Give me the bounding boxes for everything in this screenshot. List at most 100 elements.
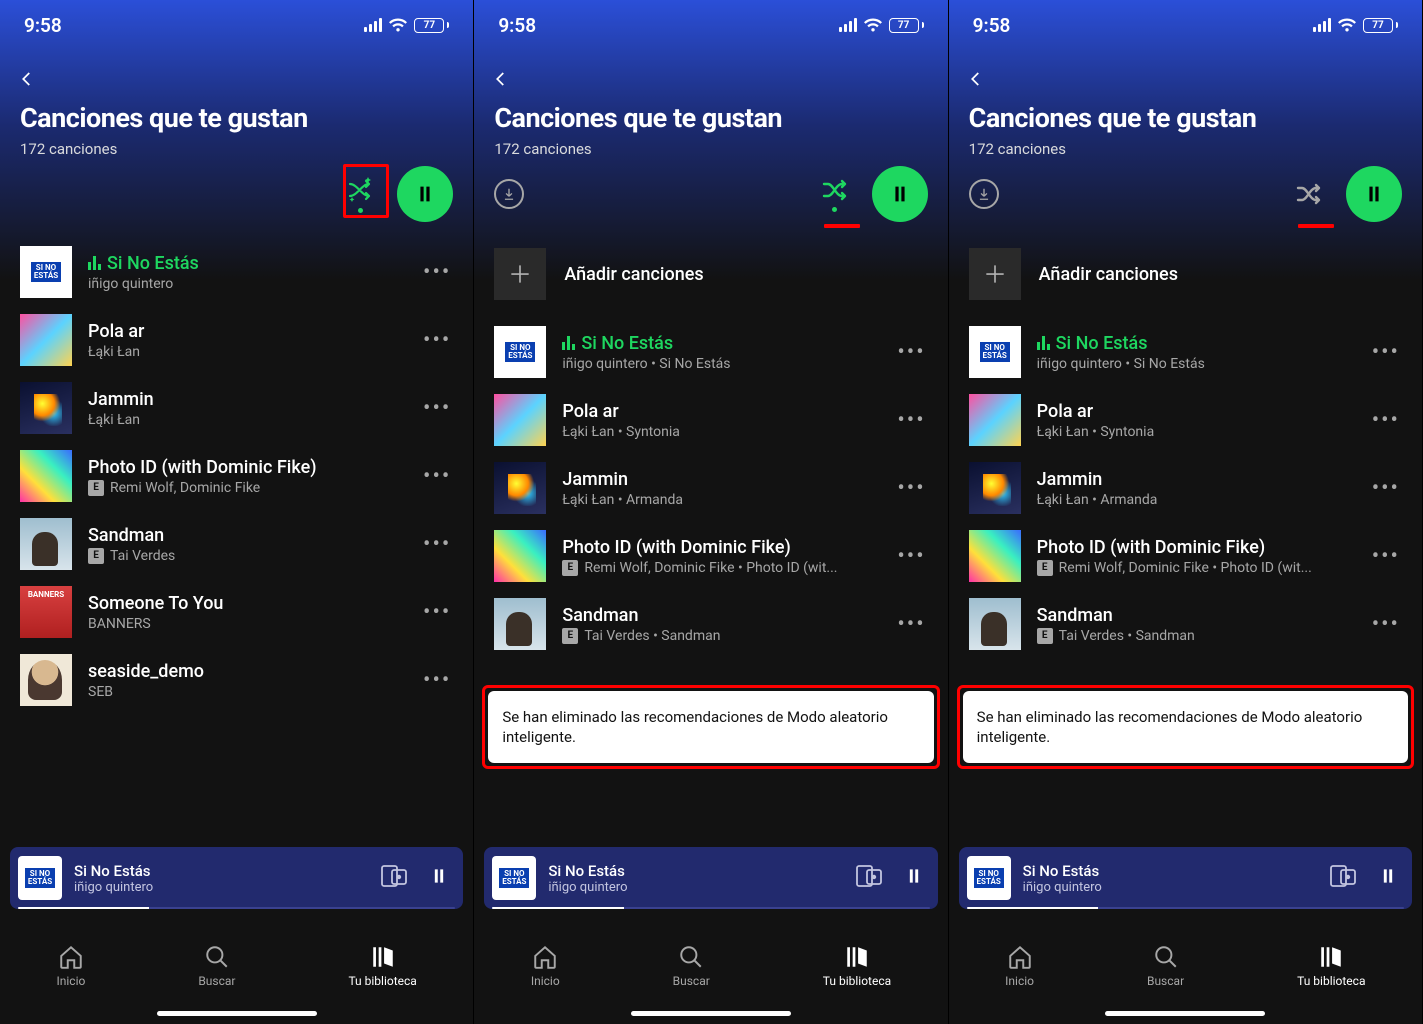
download-button[interactable] — [494, 179, 524, 209]
download-button[interactable] — [969, 179, 999, 209]
now-playing-bar[interactable]: SI NOESTÁS Si No Estás iñigo quintero — [484, 847, 937, 909]
track-subtitle: ETai Verdes • Sandman — [562, 628, 879, 644]
now-playing-bar[interactable]: SI NOESTÁS Si No Estás iñigo quintero — [959, 847, 1412, 909]
underline-annotation — [1298, 224, 1334, 228]
cast-icon[interactable] — [381, 865, 407, 891]
track-title: Photo ID (with Dominic Fike) — [562, 537, 879, 558]
track-row[interactable]: seaside_demo SEB ••• — [20, 646, 453, 714]
mini-pause-button[interactable] — [904, 866, 924, 890]
nav-home[interactable]: Inicio — [56, 944, 85, 988]
more-icon[interactable]: ••• — [1370, 340, 1402, 365]
track-title: Pola ar — [562, 401, 879, 422]
status-bar: 9:58 77 — [949, 0, 1422, 50]
now-playing-title: Si No Estás — [548, 862, 843, 880]
more-icon[interactable]: ••• — [895, 340, 927, 365]
track-title: Photo ID (with Dominic Fike) — [1037, 537, 1354, 558]
cell-signal-icon — [364, 18, 382, 32]
album-art — [494, 598, 546, 650]
more-icon[interactable]: ••• — [1370, 408, 1402, 433]
track-row[interactable]: SI NOESTÁS Si No Estás iñigo quintero ••… — [20, 238, 453, 306]
track-row[interactable]: SI NOESTÁS Si No Estás iñigo quintero • … — [969, 318, 1402, 386]
track-row[interactable]: BANNERS Someone To You BANNERS ••• — [20, 578, 453, 646]
more-icon[interactable]: ••• — [421, 328, 453, 353]
track-row[interactable]: Sandman ETai Verdes • Sandman ••• — [494, 590, 927, 658]
track-row[interactable]: Sandman ETai Verdes • Sandman ••• — [969, 590, 1402, 658]
nav-search[interactable]: Buscar — [673, 944, 710, 988]
nav-home[interactable]: Inicio — [531, 944, 560, 988]
more-icon[interactable]: ••• — [895, 544, 927, 569]
back-button[interactable] — [0, 50, 473, 88]
album-art — [20, 654, 72, 706]
mini-pause-button[interactable] — [1378, 866, 1398, 890]
track-row[interactable]: Pola ar Łąki Łan • Syntonia ••• — [494, 386, 927, 454]
track-row[interactable]: Photo ID (with Dominic Fike) ERemi Wolf,… — [969, 522, 1402, 590]
highlight-annotation — [343, 164, 389, 218]
track-row[interactable]: SI NOESTÁS Si No Estás iñigo quintero • … — [494, 318, 927, 386]
more-icon[interactable]: ••• — [421, 396, 453, 421]
toast-message: Se han eliminado las recomendaciones de … — [963, 691, 1408, 764]
battery-icon: 77 — [1363, 18, 1398, 33]
add-songs-row[interactable]: Añadir canciones — [494, 238, 927, 318]
back-button[interactable] — [474, 50, 947, 88]
explicit-badge: E — [562, 628, 578, 644]
track-row[interactable]: Sandman ETai Verdes ••• — [20, 510, 453, 578]
cast-icon[interactable] — [856, 865, 882, 891]
track-row[interactable]: Pola ar Łąki Łan • Syntonia ••• — [969, 386, 1402, 454]
track-row[interactable]: Photo ID (with Dominic Fike) ERemi Wolf,… — [20, 442, 453, 510]
album-art: BANNERS — [20, 586, 72, 638]
add-songs-row[interactable]: Añadir canciones — [969, 238, 1402, 318]
now-playing-artist: iñigo quintero — [1023, 880, 1318, 895]
track-subtitle: Łąki Łan • Armanda — [1037, 492, 1354, 508]
now-playing-progress — [18, 907, 455, 910]
more-icon[interactable]: ••• — [1370, 476, 1402, 501]
track-title: Si No Estás — [1037, 333, 1354, 354]
more-icon[interactable]: ••• — [895, 476, 927, 501]
more-icon[interactable]: ••• — [895, 408, 927, 433]
toast-highlight: Se han eliminado las recomendaciones de … — [957, 685, 1414, 770]
track-subtitle: ERemi Wolf, Dominic Fike • Photo ID (wit… — [1037, 560, 1354, 576]
track-row[interactable]: Pola ar Łąki Łan ••• — [20, 306, 453, 374]
track-row[interactable]: Jammin Łąki Łan • Armanda ••• — [494, 454, 927, 522]
more-icon[interactable]: ••• — [421, 532, 453, 557]
nav-search[interactable]: Buscar — [1147, 944, 1184, 988]
track-row[interactable]: Jammin Łąki Łan • Armanda ••• — [969, 454, 1402, 522]
track-row[interactable]: Jammin Łąki Łan ••• — [20, 374, 453, 442]
now-playing-bar[interactable]: SI NOESTÁS Si No Estás iñigo quintero — [10, 847, 463, 909]
shuffle-button[interactable] — [820, 176, 850, 212]
track-row[interactable]: Photo ID (with Dominic Fike) ERemi Wolf,… — [494, 522, 927, 590]
nav-library[interactable]: Tu biblioteca — [823, 944, 891, 988]
back-button[interactable] — [949, 50, 1422, 88]
more-icon[interactable]: ••• — [421, 600, 453, 625]
more-icon[interactable]: ••• — [1370, 544, 1402, 569]
status-time: 9:58 — [24, 14, 62, 37]
nav-home[interactable]: Inicio — [1005, 944, 1034, 988]
now-playing-art: SI NOESTÁS — [492, 856, 536, 900]
track-title: Sandman — [562, 605, 879, 626]
pause-button[interactable] — [397, 166, 453, 222]
bottom-nav: Inicio Buscar Tu biblioteca — [0, 914, 473, 1024]
track-subtitle: iñigo quintero • Si No Estás — [1037, 356, 1354, 372]
shuffle-button[interactable] — [1294, 180, 1324, 208]
explicit-badge: E — [1037, 628, 1053, 644]
nav-search[interactable]: Buscar — [198, 944, 235, 988]
page-subtitle: 172 canciones — [494, 140, 927, 158]
now-playing-art: SI NOESTÁS — [18, 856, 62, 900]
album-art — [494, 394, 546, 446]
pause-button[interactable] — [872, 166, 928, 222]
more-icon[interactable]: ••• — [421, 464, 453, 489]
bottom-nav: Inicio Buscar Tu biblioteca — [949, 914, 1422, 1024]
pause-button[interactable] — [1346, 166, 1402, 222]
more-icon[interactable]: ••• — [421, 668, 453, 693]
nav-library[interactable]: Tu biblioteca — [348, 944, 416, 988]
cast-icon[interactable] — [1330, 865, 1356, 891]
more-icon[interactable]: ••• — [421, 260, 453, 285]
toast-highlight: Se han eliminado las recomendaciones de … — [482, 685, 939, 770]
explicit-badge: E — [562, 560, 578, 576]
nav-library[interactable]: Tu biblioteca — [1297, 944, 1365, 988]
bottom-nav: Inicio Buscar Tu biblioteca — [474, 914, 947, 1024]
mini-pause-button[interactable] — [429, 866, 449, 890]
more-icon[interactable]: ••• — [1370, 612, 1402, 637]
track-title: Pola ar — [1037, 401, 1354, 422]
album-art — [494, 462, 546, 514]
more-icon[interactable]: ••• — [895, 612, 927, 637]
